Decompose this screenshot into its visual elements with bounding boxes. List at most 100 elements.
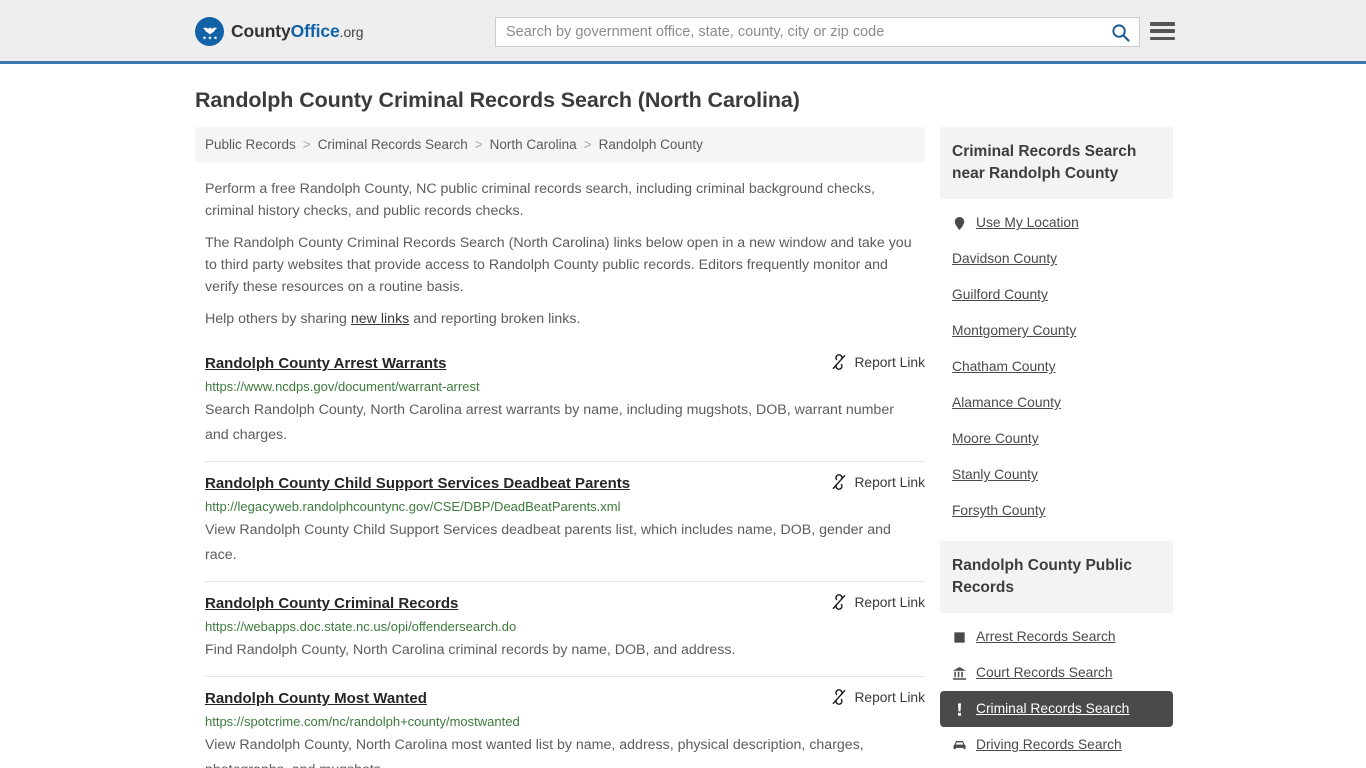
logo-part-county: County	[231, 21, 291, 41]
sidebar-item-davidson-county[interactable]: Davidson County	[940, 241, 1173, 277]
broken-link-icon	[833, 594, 846, 610]
broken-link-icon	[833, 354, 846, 370]
map-pin-icon	[952, 216, 967, 231]
result-header: Randolph County Child Support Services D…	[205, 474, 925, 493]
exclamation-icon	[958, 702, 961, 716]
intro-paragraph-1: Perform a free Randolph County, NC publi…	[205, 181, 875, 219]
sidebar-item-inmate-search[interactable]: Inmate Search	[940, 763, 1173, 768]
sidebar-nearby-heading: Criminal Records Search near Randolph Co…	[940, 127, 1173, 199]
result-header: Randolph County Most Wanted Report Link	[205, 689, 925, 708]
fingerprint-card-icon	[954, 631, 965, 643]
sidebar-item-guilford-county[interactable]: Guilford County	[940, 277, 1173, 313]
sidebar-item-label: Driving Records Search	[976, 737, 1122, 752]
intro-paragraph-2: The Randolph County Criminal Records Sea…	[205, 235, 912, 295]
sidebar-item-label: Stanly County	[952, 467, 1038, 482]
sidebar-nearby-box: Criminal Records Search near Randolph Co…	[940, 127, 1173, 529]
sidebar-item-alamance-county[interactable]: Alamance County	[940, 385, 1173, 421]
breadcrumb-item-1[interactable]: Criminal Records Search	[318, 137, 468, 152]
sidebar-item-label: Alamance County	[952, 395, 1061, 410]
breadcrumb-separator: >	[583, 137, 592, 152]
sidebar-item-label: Court Records Search	[976, 665, 1113, 680]
page-body: Randolph County Criminal Records Search …	[0, 64, 1366, 768]
report-link-label: Report Link	[854, 354, 925, 370]
hamburger-menu-icon[interactable]	[1150, 20, 1175, 42]
sidebar-item-forsyth-county[interactable]: Forsyth County	[940, 493, 1173, 529]
broken-link-icon	[833, 474, 846, 490]
report-link-label: Report Link	[854, 474, 925, 490]
search-input[interactable]	[496, 18, 1101, 46]
logo-part-office: Office	[290, 21, 340, 41]
sidebar-item-label: Montgomery County	[952, 323, 1077, 338]
sidebar: Criminal Records Search near Randolph Co…	[940, 127, 1173, 768]
logo-part-org: .org	[339, 24, 364, 40]
result-description: Find Randolph County, North Carolina cri…	[205, 642, 736, 658]
sidebar-item-arrest-records-search[interactable]: Arrest Records Search	[940, 619, 1173, 655]
result-description: View Randolph County, North Carolina mos…	[205, 737, 864, 768]
result-header: Randolph County Criminal Records Report L…	[205, 594, 925, 613]
report-link-button[interactable]: Report Link	[831, 594, 925, 610]
sidebar-item-use-my-location[interactable]: Use My Location	[940, 205, 1173, 241]
new-links-link[interactable]: new links	[351, 311, 409, 327]
eagle-seal-icon	[195, 17, 224, 46]
results-list: Randolph County Arrest Warrants Report Li…	[195, 344, 925, 768]
hamburger-bar	[1150, 22, 1175, 26]
intro-p3-after: and reporting broken links.	[409, 311, 581, 327]
site-logo[interactable]: CountyOffice.org	[195, 17, 364, 46]
result-url: https://www.ncdps.gov/document/warrant-a…	[205, 379, 480, 394]
sidebar-public-records-heading: Randolph County Public Records	[940, 541, 1173, 613]
car-icon	[953, 740, 966, 749]
sidebar-item-chatham-county[interactable]: Chatham County	[940, 349, 1173, 385]
car-icon	[952, 738, 967, 753]
fingerprint-card-icon	[952, 630, 967, 645]
sidebar-item-label: Guilford County	[952, 287, 1048, 302]
map-pin-icon	[954, 216, 965, 230]
sidebar-item-court-records-search[interactable]: Court Records Search	[940, 655, 1173, 691]
sidebar-item-label: Criminal Records Search	[976, 701, 1130, 716]
exclamation-icon	[952, 702, 967, 717]
intro-paragraph-3: Help others by sharing new links and rep…	[195, 298, 925, 330]
report-link-button[interactable]: Report Link	[831, 474, 925, 490]
report-link-button[interactable]: Report Link	[831, 354, 925, 370]
hamburger-bar	[1150, 36, 1175, 40]
sidebar-nearby-list: Use My Location Davidson County Guilford C…	[940, 199, 1173, 529]
breadcrumb-item-2[interactable]: North Carolina	[490, 137, 577, 152]
breadcrumb-item-0[interactable]: Public Records	[205, 137, 296, 152]
sidebar-item-label: Use My Location	[976, 215, 1079, 230]
intro-p3-before: Help others by sharing	[205, 311, 351, 327]
sidebar-item-moore-county[interactable]: Moore County	[940, 421, 1173, 457]
result-title-link[interactable]: Randolph County Arrest Warrants	[205, 354, 446, 373]
report-link-button[interactable]: Report Link	[831, 689, 925, 705]
page-title: Randolph County Criminal Records Search …	[195, 88, 800, 112]
search-button[interactable]	[1101, 18, 1139, 46]
search-icon	[1111, 23, 1130, 42]
report-link-label: Report Link	[854, 594, 925, 610]
result-url: http://legacyweb.randolphcountync.gov/CS…	[205, 499, 621, 514]
result-description: View Randolph County Child Support Servi…	[205, 522, 891, 563]
result-title-link[interactable]: Randolph County Most Wanted	[205, 689, 427, 708]
result-header: Randolph County Arrest Warrants Report Li…	[205, 354, 925, 373]
sidebar-item-driving-records-search[interactable]: Driving Records Search	[940, 727, 1173, 763]
sidebar-item-criminal-records-search[interactable]: Criminal Records Search	[940, 691, 1173, 727]
site-logo-text: CountyOffice.org	[231, 21, 364, 42]
result-item: Randolph County Criminal Records Report L…	[205, 581, 925, 676]
sidebar-item-label: Davidson County	[952, 251, 1058, 266]
search-bar	[495, 17, 1140, 47]
breadcrumb: Public Records > Criminal Records Search…	[195, 127, 925, 162]
sidebar-item-stanly-county[interactable]: Stanly County	[940, 457, 1173, 493]
result-url: https://spotcrime.com/nc/randolph+county…	[205, 714, 520, 729]
main-column: Public Records > Criminal Records Search…	[195, 127, 925, 768]
report-link-label: Report Link	[854, 689, 925, 705]
breadcrumb-separator: >	[302, 137, 311, 152]
breadcrumb-separator: >	[474, 137, 483, 152]
courthouse-icon	[952, 666, 967, 680]
sidebar-item-label: Arrest Records Search	[976, 629, 1116, 644]
courthouse-icon	[952, 666, 967, 681]
result-title-link[interactable]: Randolph County Child Support Services D…	[205, 474, 630, 493]
hamburger-bar	[1150, 29, 1175, 33]
broken-link-icon	[833, 689, 846, 705]
result-title-link[interactable]: Randolph County Criminal Records	[205, 594, 458, 613]
sidebar-item-montgomery-county[interactable]: Montgomery County	[940, 313, 1173, 349]
breadcrumb-item-3[interactable]: Randolph County	[599, 137, 703, 152]
sidebar-public-records-box: Randolph County Public Records Arrest Re…	[940, 541, 1173, 768]
result-item: Randolph County Child Support Services D…	[205, 461, 925, 581]
